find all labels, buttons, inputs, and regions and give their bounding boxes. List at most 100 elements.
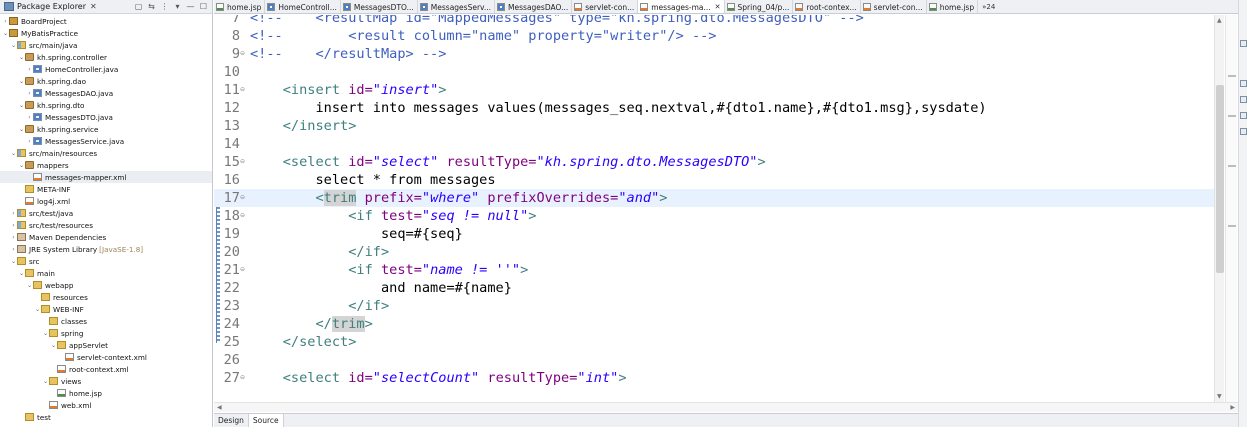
fold-toggle-icon[interactable]: ⊖: [240, 374, 245, 382]
collapsed-arrow-icon[interactable]: ›: [26, 112, 33, 122]
source-tab[interactable]: Source: [248, 414, 284, 427]
code-line[interactable]: 11 ⊖ <insert id="insert">: [214, 81, 1214, 99]
tree-item-meta-inf[interactable]: META-INF: [0, 183, 212, 195]
overview-ruler[interactable]: [1225, 15, 1237, 402]
tab-servlet-context-1[interactable]: servlet-con...: [572, 0, 639, 13]
xml-source-editor[interactable]: 7 <!-- <resultMap id="MappedMessages" typ…: [214, 15, 1214, 402]
tree-item-web-xml[interactable]: web.xml: [0, 399, 212, 411]
tab-messagesdao[interactable]: MessagesDAO...: [495, 0, 573, 13]
tab-root-context[interactable]: root-contex...: [793, 0, 861, 13]
tree-item-src-test-java[interactable]: › src/test/java: [0, 207, 212, 219]
tree-item-messagesservice[interactable]: › MessagesService.java: [0, 135, 212, 147]
tree-item-classes[interactable]: classes: [0, 315, 212, 327]
tree-item-package-service[interactable]: ⌄ kh.spring.service: [0, 123, 212, 135]
tree-item-package-controller[interactable]: ⌄ kh.spring.controller: [0, 51, 212, 63]
code-line[interactable]: 27 ⊖ <select id="selectCount" resultType=…: [214, 369, 1214, 387]
code-line[interactable]: 13 </insert>: [214, 117, 1214, 135]
code-line[interactable]: 10: [214, 63, 1214, 81]
expanded-arrow-icon[interactable]: ⌄: [18, 76, 25, 86]
code-line[interactable]: 23 </if>: [214, 297, 1214, 315]
code-line[interactable]: 21 ⊖ <if test="name != ''">: [214, 261, 1214, 279]
tree-item-boardproject[interactable]: › BoardProject: [0, 15, 212, 27]
tree-item-messagesdto[interactable]: › MessagesDTO.java: [0, 111, 212, 123]
tree-item-root-context[interactable]: root-context.xml: [0, 363, 212, 375]
maximize-icon[interactable]: ☐: [199, 2, 208, 11]
scroll-down-icon[interactable]: ▼: [1217, 393, 1222, 400]
tree-item-mappers[interactable]: ⌄ mappers: [0, 159, 212, 171]
collapsed-arrow-icon[interactable]: ›: [2, 16, 9, 26]
collapsed-arrow-icon[interactable]: ›: [10, 220, 17, 230]
fold-toggle-icon[interactable]: ⊖: [240, 212, 245, 220]
vertical-scrollbar[interactable]: ▲ ▼: [1214, 15, 1224, 402]
code-line[interactable]: 24 </trim>: [214, 315, 1214, 333]
overview-mark[interactable]: [1228, 75, 1236, 77]
console-icon[interactable]: [1240, 112, 1247, 119]
expanded-arrow-icon[interactable]: ⌄: [18, 100, 25, 110]
view-menu-icon[interactable]: ⋮: [160, 2, 169, 11]
code-line[interactable]: 7 <!-- <resultMap id="MappedMessages" typ…: [214, 15, 1214, 27]
expanded-arrow-icon[interactable]: ⌄: [34, 304, 41, 314]
expanded-arrow-icon[interactable]: ⌄: [18, 52, 25, 62]
outline-icon[interactable]: [1240, 40, 1247, 47]
collapsed-arrow-icon[interactable]: ›: [26, 136, 33, 146]
code-line[interactable]: 19 seq=#{seq}: [214, 225, 1214, 243]
tree-item-src-test-resources[interactable]: › src/test/resources: [0, 219, 212, 231]
tab-spring-04[interactable]: Spring_04/p...: [725, 0, 794, 13]
overview-mark[interactable]: [1228, 115, 1236, 117]
code-line[interactable]: 16 select * from messages: [214, 171, 1214, 189]
overview-mark[interactable]: [1228, 225, 1236, 227]
scroll-right-icon[interactable]: ▶: [1230, 404, 1235, 411]
tree-item-resources[interactable]: resources: [0, 291, 212, 303]
code-line[interactable]: 8 <!-- <result column="name" property="wr…: [214, 27, 1214, 45]
tree-item-home-jsp[interactable]: home.jsp: [0, 387, 212, 399]
minimize-icon[interactable]: —: [186, 2, 195, 11]
expanded-arrow-icon[interactable]: ⌄: [26, 280, 33, 290]
expanded-arrow-icon[interactable]: ⌄: [10, 40, 17, 50]
expanded-arrow-icon[interactable]: ⌄: [2, 28, 9, 38]
collapsed-arrow-icon[interactable]: ›: [10, 244, 17, 254]
tree-item-servlet-context[interactable]: servlet-context.xml: [0, 351, 212, 363]
scroll-up-icon[interactable]: ▲: [1217, 17, 1222, 24]
expanded-arrow-icon[interactable]: ⌄: [10, 256, 17, 266]
servers-icon[interactable]: [1240, 128, 1247, 135]
tree-item-log4j[interactable]: log4j.xml: [0, 195, 212, 207]
overview-mark[interactable]: [1228, 165, 1236, 167]
tab-servlet-context-2[interactable]: servlet-con...: [861, 0, 927, 13]
code-line[interactable]: 25 </select>: [214, 333, 1214, 351]
fold-toggle-icon[interactable]: ⊖: [240, 266, 245, 274]
code-line[interactable]: 9 ⊖ <!-- </resultMap> -->: [214, 45, 1214, 63]
tree-item-spring[interactable]: ⌄ spring: [0, 327, 212, 339]
tree-item-webapp[interactable]: ⌄ webapp: [0, 279, 212, 291]
code-line[interactable]: 12 insert into messages values(messages_…: [214, 99, 1214, 117]
tree-item-appservlet[interactable]: ⌄ appServlet: [0, 339, 212, 351]
tree-item-mybatispractice[interactable]: ⌄ MyBatisPractice: [0, 27, 212, 39]
code-line[interactable]: 14: [214, 135, 1214, 153]
tab-home-jsp-1[interactable]: home.jsp: [214, 0, 266, 13]
collapsed-arrow-icon[interactable]: ›: [26, 88, 33, 98]
tab-home-jsp-2[interactable]: home.jsp: [927, 0, 979, 13]
tree-item-package-dao[interactable]: ⌄ kh.spring.dao: [0, 75, 212, 87]
task-list-icon[interactable]: [1240, 80, 1247, 87]
code-line[interactable]: 15 ⊖ <select id="select" resultType="kh.s…: [214, 153, 1214, 171]
fold-toggle-icon[interactable]: ⊖: [240, 194, 245, 202]
tab-messagesdto[interactable]: MessagesDTO...: [341, 0, 418, 13]
tree-item-web-inf[interactable]: ⌄ WEB-INF: [0, 303, 212, 315]
tab-close-icon[interactable]: ✕: [715, 3, 721, 11]
close-icon[interactable]: ✕: [90, 2, 97, 11]
tree-item-maven-dependencies[interactable]: › Maven Dependencies: [0, 231, 212, 243]
package-explorer-title[interactable]: Package Explorer: [17, 2, 86, 11]
collapsed-arrow-icon[interactable]: ›: [10, 232, 17, 242]
code-line[interactable]: 17 ⊖ <trim prefix="where" prefixOverrides…: [214, 189, 1214, 207]
horizontal-scrollbar[interactable]: ◀ ▶: [214, 402, 1238, 412]
tree-item-homecontroller[interactable]: › HomeController.java: [0, 63, 212, 75]
code-line[interactable]: 22 and name=#{name}: [214, 279, 1214, 297]
expanded-arrow-icon[interactable]: ⌄: [18, 124, 25, 134]
tree-item-views[interactable]: ⌄ views: [0, 375, 212, 387]
fold-toggle-icon[interactable]: ⊖: [240, 158, 245, 166]
code-line[interactable]: 18 ⊖ <if test="seq != null">: [214, 207, 1214, 225]
tree-item-test[interactable]: test: [0, 411, 212, 423]
tree-item-messages-mapper[interactable]: messages-mapper.xml: [0, 171, 212, 183]
scrollbar-thumb[interactable]: [1216, 85, 1224, 273]
tab-messages-mapper[interactable]: messages-ma... ✕: [638, 0, 725, 13]
expanded-arrow-icon[interactable]: ⌄: [42, 376, 49, 386]
